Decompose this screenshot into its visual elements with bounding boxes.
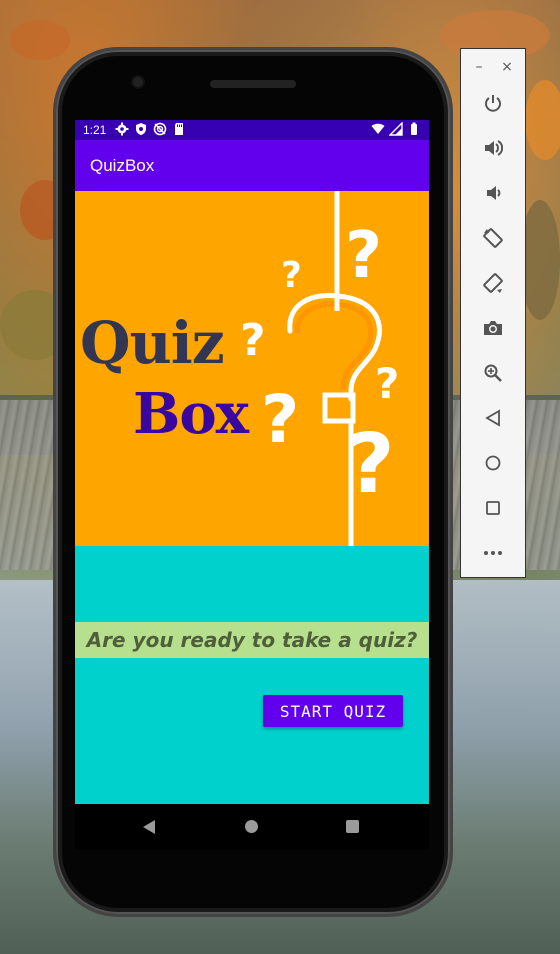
more-icon[interactable] (481, 541, 505, 565)
question-mark: ? (261, 381, 300, 458)
emulator-control-panel: – × (460, 48, 526, 578)
navigation-bar (75, 804, 429, 850)
logo-box-text: Box (133, 381, 249, 447)
status-bar: 1:21 (75, 120, 429, 140)
wifi-icon (371, 123, 385, 134)
front-camera (133, 77, 143, 87)
ready-prompt: Are you ready to take a quiz? (86, 628, 418, 652)
wallpaper-foliage (10, 20, 70, 60)
back-icon[interactable] (142, 819, 156, 835)
minimize-button[interactable]: – (469, 57, 489, 77)
app-title: QuizBox (90, 156, 155, 175)
camera-icon[interactable] (481, 316, 505, 340)
overview-icon[interactable] (481, 496, 505, 520)
wallpaper-foliage (525, 80, 560, 160)
wallpaper-foliage (520, 200, 560, 320)
back-icon[interactable] (481, 406, 505, 430)
shield-icon (136, 123, 146, 135)
rotate-right-icon[interactable] (481, 271, 505, 295)
prompt-strip: Are you ready to take a quiz? (75, 622, 429, 658)
rotate-left-icon[interactable] (481, 226, 505, 250)
settings-icon (115, 122, 129, 136)
start-quiz-button[interactable]: START QUIZ (263, 695, 403, 727)
phone-screen: 1:21 QuizBox Quiz Box ? ? ? ? ? ? Are yo… (75, 120, 429, 804)
recents-icon[interactable] (346, 820, 359, 833)
zoom-icon[interactable] (481, 361, 505, 385)
battery-icon (411, 122, 417, 135)
sync-off-icon (153, 122, 167, 136)
home-icon[interactable] (481, 451, 505, 475)
app-bar: QuizBox (75, 140, 429, 191)
volume-down-icon[interactable] (481, 181, 505, 205)
home-icon[interactable] (245, 820, 258, 833)
question-mark: ? (375, 359, 400, 408)
volume-up-icon[interactable] (481, 136, 505, 160)
status-time: 1:21 (83, 123, 107, 137)
question-mark: ? (347, 417, 395, 512)
sd-card-icon (175, 123, 183, 135)
close-button[interactable]: × (497, 57, 517, 77)
question-mark: ? (345, 219, 383, 293)
signal-icon (389, 122, 403, 136)
question-mark: ? (240, 315, 266, 366)
question-mark: ? (281, 255, 302, 296)
logo-quiz-text: Quiz (80, 309, 225, 377)
quizbox-banner-image: Quiz Box ? ? ? ? ? ? (75, 191, 429, 546)
power-icon[interactable] (481, 91, 505, 115)
earpiece-speaker (210, 80, 296, 88)
